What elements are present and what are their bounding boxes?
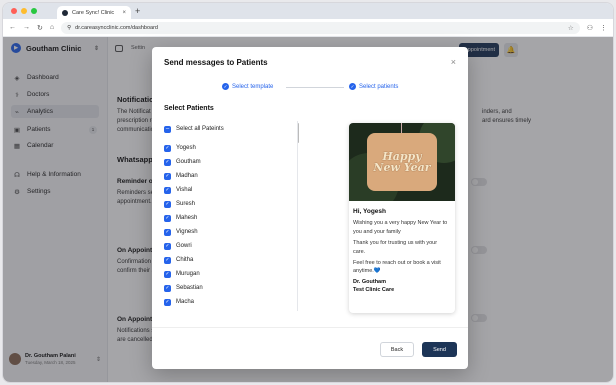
patient-name: Yogesh [176,145,196,151]
select-all-checkbox[interactable]: – Select all Pateints [164,121,296,137]
send-messages-modal: Send messages to Patients × ✓ Select tem… [152,47,468,369]
patient-name: Goutham [176,159,201,165]
stepper: ✓ Select template ✓ Select patients [152,83,468,93]
patient-row[interactable]: ✓ Sebastian [164,281,296,295]
patient-name: Madhan [176,173,198,179]
patient-name: Mahesh [176,215,198,221]
step-connector [286,87,344,88]
checkbox-checked-icon: ✓ [164,214,171,222]
patient-name: Sebastian [176,285,203,291]
minimize-window-button[interactable] [21,8,27,14]
checkbox-checked-icon: ✓ [164,228,171,236]
address-bar: ← → ↻ ⌂ ⚲ dr.careasyncclinic.com/dashboa… [3,19,613,37]
patient-row[interactable]: ✓ Gowri [164,239,296,253]
preview-greeting: Hi, Yogesh [353,208,386,215]
new-tab-button[interactable]: + [135,6,140,16]
patient-row[interactable]: ✓ Mahesh [164,211,296,225]
patient-row[interactable]: ✓ Vishal [164,183,296,197]
browser-menu-icon[interactable]: ⋮ [600,24,607,32]
browser-window: Care Sync! Clinic × + ← → ↻ ⌂ ⚲ dr.carea… [3,3,613,382]
check-circle-icon: ✓ [222,83,229,90]
patient-row[interactable]: ✓ Macha [164,295,296,309]
select-all-label: Select all Pateints [176,126,224,132]
patient-name: Vignesh [176,229,198,235]
modal-footer: Back Send [152,327,468,369]
back-arrow-icon[interactable]: ← [9,24,16,31]
checkbox-checked-icon: ✓ [164,186,171,194]
patient-row[interactable]: ✓ Murugan [164,267,296,281]
patient-name: Vishal [176,187,193,193]
forward-arrow-icon[interactable]: → [23,24,30,31]
patient-list: – Select all Pateints ✓ Yogesh ✓ Goutham ✓… [164,121,299,311]
modal-title: Send messages to Patients [164,57,268,67]
tab-title: Care Sync! Clinic [72,9,115,16]
happy-new-year-sign: Happy New Year [367,133,437,191]
patient-name: Macha [176,299,195,305]
check-circle-icon: ✓ [349,83,356,90]
select-patients-title: Select Patients [164,105,214,112]
signature-clinic: Test Clinic Care [353,287,395,294]
bookmark-star-icon[interactable]: ☆ [568,24,574,32]
favicon-icon [62,9,68,16]
site-info-icon[interactable]: ⚲ [67,25,71,31]
checkbox-checked-icon: ✓ [164,256,171,264]
patient-row[interactable]: ✓ Chitha [164,253,296,267]
preview-signature: Dr. Goutham Test Clinic Care [353,278,450,295]
patient-name: Gowri [176,243,192,249]
tab-strip: Care Sync! Clinic × + [3,3,613,19]
browser-tab[interactable]: Care Sync! Clinic × [57,6,131,19]
modal-header: Send messages to Patients × [152,47,468,77]
send-button[interactable]: Send [422,342,457,357]
step-label: Select patients [359,83,399,90]
back-button[interactable]: Back [380,342,414,357]
sign-text-line-2: New Year [373,161,431,174]
checkbox-checked-icon: ✓ [164,242,171,250]
maximize-window-button[interactable] [31,8,37,14]
close-icon[interactable]: × [451,57,456,67]
checkbox-checked-icon: ✓ [164,158,171,166]
tab-close-icon[interactable]: × [122,10,126,16]
preview-line-2: Thank you for trusting us with your care… [353,239,438,255]
home-icon[interactable]: ⌂ [50,24,54,31]
checkbox-checked-icon: ✓ [164,144,171,152]
profile-icon[interactable]: ⚇ [587,24,593,32]
step-select-patients[interactable]: ✓ Select patients [349,83,398,90]
reload-icon[interactable]: ↻ [37,24,43,32]
step-select-template[interactable]: ✓ Select template [222,83,273,90]
checkbox-checked-icon: ✓ [164,298,171,306]
preview-line-3: Feel free to reach out or book a visit a… [353,259,441,275]
patient-name: Chitha [176,257,194,263]
checkbox-checked-icon: ✓ [164,200,171,208]
step-label: Select template [232,83,274,90]
patient-name: Murugan [176,271,200,277]
new-year-image: Happy New Year [349,123,455,201]
close-window-button[interactable] [11,8,17,14]
checkbox-checked-icon: ✓ [164,270,171,278]
patient-name: Suresh [176,201,196,207]
patient-row[interactable]: ✓ Vignesh [164,225,296,239]
patient-row[interactable]: ✓ Suresh [164,197,296,211]
patient-row[interactable]: ✓ Madhan [164,169,296,183]
patient-row[interactable]: ✓ Goutham [164,155,296,169]
heart-icon: 💙 [373,268,381,275]
indeterminate-checkbox-icon: – [164,125,171,133]
preview-line-1: Wishing you a very happy New Year to you… [353,220,448,236]
patient-row[interactable]: ✓ Yogesh [164,141,296,155]
checkbox-checked-icon: ✓ [164,172,171,180]
column-divider [297,121,298,311]
message-preview-card: Happy New Year Hi, Yogesh Wishing you a … [349,123,455,313]
url-text: dr.careasyncclinic.com/dashboard [75,24,158,31]
preview-message-body: Hi, Yogesh Wishing you a very happy New … [349,201,455,299]
checkbox-checked-icon: ✓ [164,284,171,292]
url-field[interactable]: ⚲ dr.careasyncclinic.com/dashboard ☆ [61,21,580,34]
preview-line-3-wrap: Feel free to reach out or book a visit a… [353,259,450,277]
signature-name: Dr. Goutham [353,279,387,286]
